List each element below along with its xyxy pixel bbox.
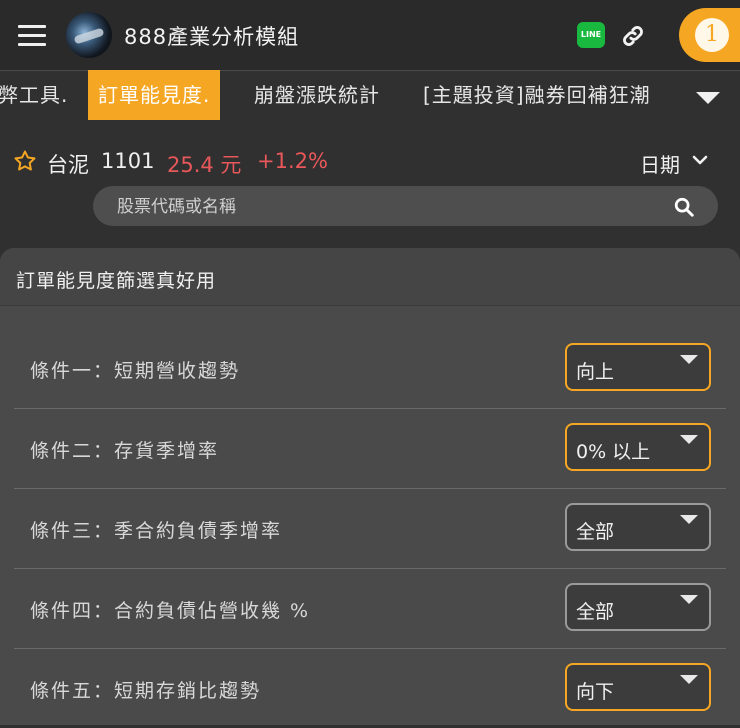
condition-row: 條件三：季合約負債季增率 全部 — [14, 488, 726, 569]
select-value: 全部 — [576, 601, 615, 623]
stock-price: 25.4 元 — [167, 153, 242, 177]
condition-row: 條件五：短期存銷比趨勢 向下 — [14, 648, 726, 728]
condition-label: 條件三：季合約負債季增率 — [30, 520, 283, 542]
dropdown-arrow-icon — [680, 515, 698, 524]
search-bar — [93, 186, 718, 228]
dropdown-arrow-icon — [680, 435, 698, 444]
search-input[interactable] — [115, 186, 659, 228]
stock-code: 1101 — [101, 149, 155, 173]
avatar[interactable] — [66, 12, 112, 58]
panel-header: 訂單能見度篩選真好用 — [0, 248, 740, 306]
stock-quote-bar: 台泥 1101 25.4 元 +1.2% 日期 — [0, 140, 740, 180]
condition-select[interactable]: 全部 — [565, 583, 711, 631]
condition-row: 條件一：短期營收趨勢 向上 — [14, 328, 726, 409]
chevron-down-icon[interactable] — [692, 154, 708, 166]
top-app-bar: 888產業分析模組 LINE 1 — [0, 0, 740, 71]
line-share-icon[interactable]: LINE — [577, 22, 605, 48]
notification-count-badge: 1 — [695, 18, 729, 52]
condition-select[interactable]: 向上 — [565, 343, 711, 391]
condition-label: 條件五：短期存銷比趨勢 — [30, 680, 262, 702]
select-value: 向上 — [576, 361, 615, 383]
panel-title: 訂單能見度篩選真好用 — [16, 270, 217, 292]
condition-row: 條件四：合約負債佔營收幾 % 全部 — [14, 568, 726, 649]
app-title: 888產業分析模組 — [124, 25, 300, 49]
dropdown-arrow-icon — [680, 355, 698, 364]
dropdown-arrow-icon — [680, 595, 698, 604]
condition-select[interactable]: 0% 以上 — [565, 423, 711, 471]
condition-select[interactable]: 全部 — [565, 503, 711, 551]
tab-order-visibility[interactable]: 訂單能見度. — [88, 70, 221, 120]
select-value: 0% 以上 — [576, 441, 651, 463]
tab-tools[interactable]: 弊工具. — [0, 70, 68, 120]
filter-panel: 訂單能見度篩選真好用 條件一：短期營收趨勢 向上 條件二：存貨季增率 0% 以上… — [0, 248, 740, 725]
condition-select[interactable]: 向下 — [565, 663, 711, 711]
condition-label: 條件四：合約負債佔營收幾 % — [30, 600, 311, 622]
stock-change: +1.2% — [257, 149, 328, 173]
tabs-dropdown-icon[interactable] — [696, 92, 720, 104]
notification-button[interactable]: 1 — [679, 8, 740, 62]
tab-crash-stats[interactable]: 崩盤漲跌統計 — [254, 70, 380, 120]
date-dropdown[interactable]: 日期 — [640, 149, 680, 178]
condition-row: 條件二：存貨季增率 0% 以上 — [14, 408, 726, 489]
link-icon[interactable] — [620, 23, 646, 49]
condition-label: 條件二：存貨季增率 — [30, 440, 220, 462]
condition-label: 條件一：短期營收趨勢 — [30, 360, 241, 382]
menu-icon[interactable] — [18, 25, 46, 46]
dropdown-arrow-icon — [680, 675, 698, 684]
stock-name: 台泥 — [47, 153, 89, 177]
tab-short-covering[interactable]: [主題投資]融券回補狂潮 — [423, 70, 651, 120]
select-value: 全部 — [576, 521, 615, 543]
tab-bar: 弊工具. 訂單能見度. 崩盤漲跌統計 [主題投資]融券回補狂潮 — [0, 70, 740, 120]
search-icon[interactable] — [673, 196, 695, 218]
star-icon[interactable] — [13, 149, 37, 173]
select-value: 向下 — [576, 681, 615, 703]
